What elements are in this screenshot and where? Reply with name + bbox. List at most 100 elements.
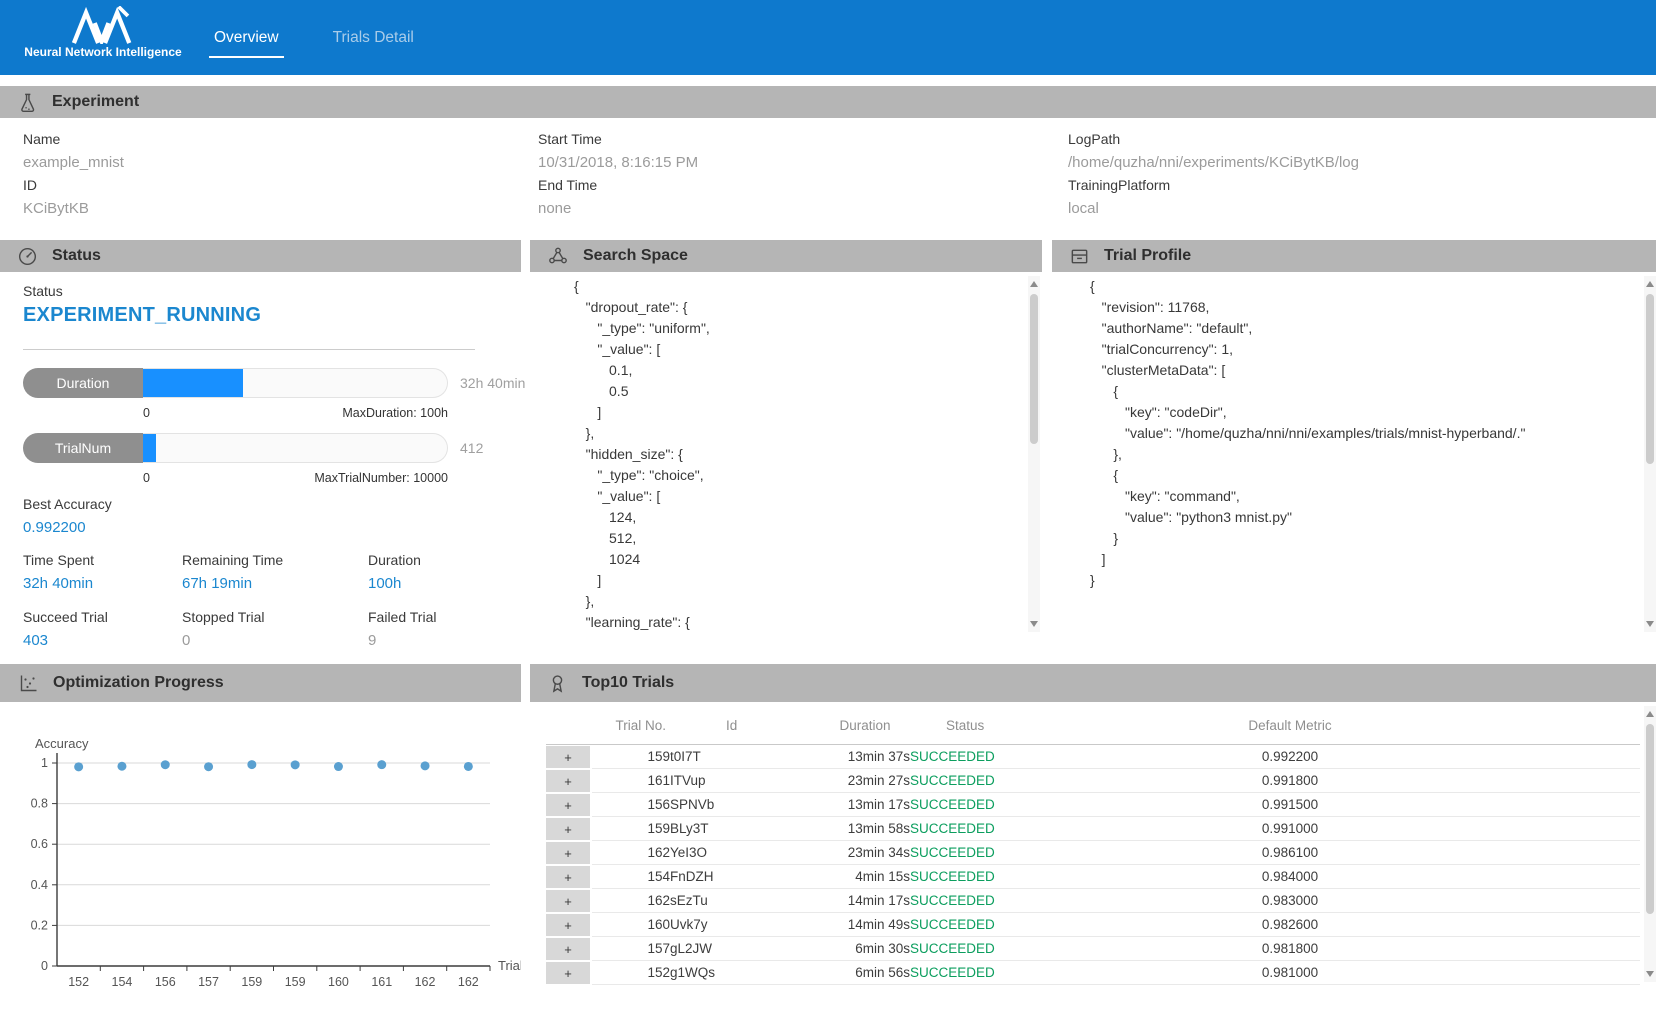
svg-text:162: 162 — [458, 975, 479, 989]
status-section-header: Status — [0, 240, 521, 272]
scroll-down-icon[interactable] — [1030, 621, 1038, 627]
scroll-up-icon[interactable] — [1646, 711, 1654, 717]
field-label: ID — [23, 177, 89, 193]
table-row: +156SPNVb13min 17sSUCCEEDED0.991500 — [546, 793, 1640, 817]
expand-cell: + — [546, 937, 592, 961]
filler-cell — [1430, 817, 1640, 841]
trial-no-cell: 159 — [592, 744, 670, 769]
expand-trial-button[interactable]: + — [546, 914, 590, 936]
section-title-optimization: Optimization Progress — [53, 674, 224, 692]
svg-text:1: 1 — [41, 756, 48, 770]
filler-cell — [1430, 769, 1640, 793]
status-cell: SUCCEEDED — [910, 769, 1150, 793]
svg-text:0: 0 — [41, 959, 48, 973]
expand-cell: + — [546, 913, 592, 937]
filler-cell — [1430, 793, 1640, 817]
duration-cell: 13min 37s — [820, 744, 910, 769]
field-label: Start Time — [538, 131, 698, 147]
status-cell: SUCCEEDED — [910, 913, 1150, 937]
field-value: none — [538, 200, 597, 217]
molecule-icon — [547, 245, 569, 267]
expand-trial-button[interactable]: + — [546, 866, 590, 888]
status-cell: SUCCEEDED — [910, 937, 1150, 961]
duration-min: 0 — [143, 406, 150, 420]
scrollbar-thumb[interactable] — [1646, 724, 1654, 914]
status-cell: SUCCEEDED — [910, 744, 1150, 769]
status-cell: SUCCEEDED — [910, 889, 1150, 913]
svg-text:159: 159 — [285, 975, 306, 989]
archive-box-icon — [1069, 246, 1090, 267]
expand-trial-button[interactable]: + — [546, 890, 590, 912]
duration-cell: 14min 49s — [820, 913, 910, 937]
experiment-field-id: ID KCiBytKB — [23, 177, 89, 217]
duration-progress-bar: Duration 32h 40min — [23, 368, 525, 398]
expand-cell: + — [546, 793, 592, 817]
status-cell: SUCCEEDED — [910, 817, 1150, 841]
trialnum-max: MaxTrialNumber: 10000 — [314, 471, 448, 485]
nni-brand: Neural Network Intelligence — [22, 3, 184, 59]
scrollbar-thumb[interactable] — [1646, 294, 1654, 464]
expand-trial-button[interactable]: + — [546, 842, 590, 864]
field-value: example_mnist — [23, 154, 124, 171]
status-cell: SUCCEEDED — [910, 841, 1150, 865]
experiment-field-name: Name example_mnist — [23, 131, 124, 171]
scrollbar-thumb[interactable] — [1030, 294, 1038, 444]
best-accuracy-label: Best Accuracy — [23, 496, 112, 512]
expand-column-header — [546, 702, 592, 744]
filler-cell — [1430, 937, 1640, 961]
duration-progress-track — [143, 368, 448, 398]
scroll-down-icon[interactable] — [1646, 621, 1654, 627]
trialnum-progress-label: TrialNum — [23, 433, 143, 463]
search-space-json: { "dropout_rate": { "_type": "uniform", … — [574, 276, 1014, 632]
medal-icon — [547, 673, 568, 694]
section-title-top10: Top10 Trials — [582, 674, 674, 692]
scroll-up-icon[interactable] — [1646, 281, 1654, 287]
expand-trial-button[interactable]: + — [546, 746, 590, 768]
top10-scrollbar[interactable] — [1644, 706, 1656, 982]
duration-cell: 14min 17s — [820, 889, 910, 913]
column-header-id: Id — [670, 702, 820, 744]
section-title-trial-profile: Trial Profile — [1104, 247, 1191, 265]
tab-overview[interactable]: Overview — [212, 29, 281, 47]
expand-cell: + — [546, 865, 592, 889]
optimization-chart: Accuracy00.20.40.60.81152154156157159159… — [0, 702, 521, 1030]
column-header-duration: Duration — [820, 702, 910, 744]
trial-id-cell: SPNVb — [670, 793, 820, 817]
scroll-up-icon[interactable] — [1030, 281, 1038, 287]
svg-text:0.4: 0.4 — [31, 878, 48, 892]
field-label: LogPath — [1068, 131, 1359, 147]
default-metric-cell: 0.991000 — [1150, 817, 1430, 841]
trial-no-cell: 157 — [592, 937, 670, 961]
status-cell: SUCCEEDED — [910, 865, 1150, 889]
search-space-scrollbar[interactable] — [1028, 276, 1040, 632]
expand-trial-button[interactable]: + — [546, 938, 590, 960]
trial-no-cell: 156 — [592, 793, 670, 817]
trial-id-cell: gL2JW — [670, 937, 820, 961]
expand-trial-button[interactable]: + — [546, 962, 590, 984]
svg-text:156: 156 — [155, 975, 176, 989]
column-header-trial-no: Trial No. — [592, 702, 670, 744]
expand-trial-button[interactable]: + — [546, 794, 590, 816]
trial-profile-section-header: Trial Profile — [1052, 240, 1656, 272]
scatter-plot-icon — [17, 672, 39, 694]
main-tabs: Overview Trials Detail — [212, 0, 416, 75]
expand-trial-button[interactable]: + — [546, 770, 590, 792]
expand-trial-button[interactable]: + — [546, 818, 590, 840]
table-row: +162YeI3O23min 34sSUCCEEDED0.986100 — [546, 841, 1640, 865]
trial-profile-scrollbar[interactable] — [1644, 276, 1656, 632]
svg-text:0.6: 0.6 — [31, 837, 48, 851]
flask-icon — [17, 92, 38, 113]
trial-no-cell: 161 — [592, 769, 670, 793]
trial-id-cell: sEzTu — [670, 889, 820, 913]
field-label: Name — [23, 131, 124, 147]
status-label: Status — [23, 283, 63, 299]
duration-cell: 6min 56s — [820, 961, 910, 985]
trial-no-cell: 162 — [592, 841, 670, 865]
default-metric-cell: 0.986100 — [1150, 841, 1430, 865]
section-title-experiment: Experiment — [52, 93, 139, 111]
duration-cell: 13min 17s — [820, 793, 910, 817]
scroll-down-icon[interactable] — [1646, 971, 1654, 977]
tab-trials-detail[interactable]: Trials Detail — [331, 29, 416, 47]
stat-time-spent: Time Spent 32h 40min — [23, 552, 183, 592]
duration-cell: 23min 27s — [820, 769, 910, 793]
